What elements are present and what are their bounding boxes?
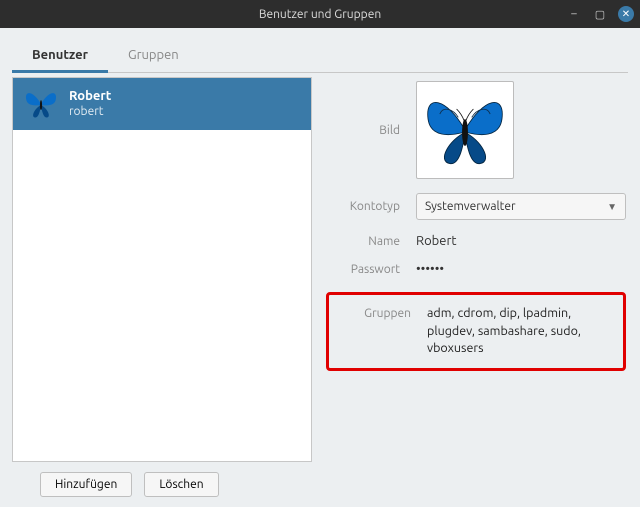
add-button[interactable]: Hinzufügen — [40, 472, 132, 497]
password-value[interactable]: •••••• — [416, 262, 626, 276]
window-controls: – ▢ ✕ — [566, 0, 634, 28]
user-item-text: Robert robert — [69, 89, 111, 119]
maximize-button[interactable]: ▢ — [592, 6, 608, 22]
content-area: Benutzer Gruppen — [0, 28, 640, 507]
user-avatar-large[interactable] — [416, 81, 514, 179]
minimize-button[interactable]: – — [566, 6, 582, 22]
tab-bar: Benutzer Gruppen — [12, 40, 628, 73]
groups-highlight: Gruppen adm, cdrom, dip, lpadmin, plugde… — [326, 292, 626, 371]
chevron-down-icon: ▼ — [607, 201, 617, 213]
close-button[interactable]: ✕ — [618, 6, 634, 22]
name-label: Name — [326, 235, 416, 248]
window-title: Benutzer und Gruppen — [259, 8, 381, 21]
butterfly-icon — [423, 91, 507, 169]
list-item[interactable]: Robert robert — [13, 78, 311, 130]
field-account-type: Kontotyp Systemverwalter ▼ — [326, 193, 626, 220]
account-type-value: Systemverwalter — [425, 200, 516, 213]
name-value[interactable]: Robert — [416, 234, 626, 248]
delete-button[interactable]: Löschen — [144, 472, 218, 497]
user-login-name: robert — [69, 105, 111, 119]
right-pane: Bild — [324, 77, 628, 501]
button-row: Hinzufügen Löschen — [12, 462, 312, 501]
user-list[interactable]: Robert robert — [12, 77, 312, 462]
image-label: Bild — [326, 124, 416, 137]
tab-users[interactable]: Benutzer — [12, 40, 108, 73]
user-display-name: Robert — [69, 89, 111, 105]
window: Benutzer und Gruppen – ▢ ✕ Benutzer Grup… — [0, 0, 640, 507]
password-label: Passwort — [326, 263, 416, 276]
field-image: Bild — [326, 81, 626, 179]
left-pane: Robert robert Hinzufügen Löschen — [12, 77, 312, 501]
account-type-select[interactable]: Systemverwalter ▼ — [416, 193, 626, 220]
account-type-label: Kontotyp — [326, 200, 416, 213]
user-avatar-small — [21, 84, 61, 124]
groups-value: adm, cdrom, dip, lpadmin, plugdev, samba… — [427, 305, 615, 358]
field-name: Name Robert — [326, 234, 626, 248]
field-password: Passwort •••••• — [326, 262, 626, 276]
tab-groups[interactable]: Gruppen — [108, 40, 199, 72]
titlebar: Benutzer und Gruppen – ▢ ✕ — [0, 0, 640, 28]
main-area: Robert robert Hinzufügen Löschen Bild — [12, 73, 628, 501]
butterfly-icon — [23, 88, 59, 120]
groups-label: Gruppen — [337, 305, 427, 320]
